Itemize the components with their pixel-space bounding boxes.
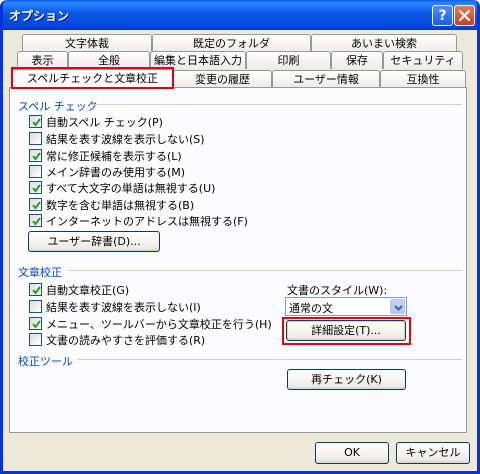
tab-label: 保存 xyxy=(346,54,368,67)
spell-option-row[interactable]: 数字を含む単語は無視する(B) xyxy=(29,197,194,212)
checkbox-label: 結果を表す波線を表示しない(I) xyxy=(46,300,201,314)
grammar-option-row[interactable]: 結果を表す波線を表示しない(I) xyxy=(29,299,201,314)
checkbox-label: 数字を含む単語は無視する(B) xyxy=(46,198,195,212)
checkbox-hide-wavy-grammar[interactable] xyxy=(29,300,42,313)
tab-general[interactable]: 全般 xyxy=(68,51,150,69)
tab-label: 変更の履歴 xyxy=(195,73,250,86)
checkmark-icon xyxy=(32,201,41,210)
checkbox-grammar-from-toolbar[interactable] xyxy=(29,317,42,330)
group-divider xyxy=(77,359,462,360)
chevron-down-icon[interactable] xyxy=(390,299,405,314)
tab-default-folder[interactable]: 既定のフォルダ xyxy=(152,34,311,52)
checkbox-label: メニュー、ツールバーから文章校正を行う(H) xyxy=(46,317,272,331)
spell-option-row[interactable]: インターネットのアドレスは無視する(F) xyxy=(29,213,248,228)
tab-label: ユーザー情報 xyxy=(293,73,359,86)
tab-label: 既定のフォルダ xyxy=(193,37,270,50)
spell-option-row[interactable]: 自動スペル チェック(P) xyxy=(29,114,163,129)
checkbox-auto-grammar[interactable] xyxy=(29,283,42,296)
tab-user-info[interactable]: ユーザー情報 xyxy=(272,70,380,88)
checkmark-icon xyxy=(32,118,41,127)
recheck-button[interactable]: 再チェック(K) xyxy=(287,369,406,390)
tab-print[interactable]: 印刷 xyxy=(246,51,331,69)
tab-save[interactable]: 保存 xyxy=(331,51,383,69)
user-dictionary-button[interactable]: ユーザー辞書(D)... xyxy=(28,231,160,252)
proofing-tools-group-title: 校正ツール xyxy=(18,355,73,368)
tab-view[interactable]: 表示 xyxy=(17,51,68,69)
tab-label: 互換性 xyxy=(406,73,440,86)
group-divider xyxy=(68,270,462,271)
tab-label: 表示 xyxy=(31,54,54,67)
group-divider xyxy=(90,104,462,105)
writing-style-select[interactable]: 通常の文 xyxy=(285,297,407,316)
checkbox-readability[interactable] xyxy=(29,333,42,346)
tab-label: 編集と日本語入力 xyxy=(154,54,242,67)
checkbox-ignore-uppercase[interactable] xyxy=(29,181,42,194)
checkbox-label: 自動スペル チェック(P) xyxy=(46,115,163,129)
tab-compatibility[interactable]: 互換性 xyxy=(380,70,466,88)
checkbox-label: すべて大文字の単語は無視する(U) xyxy=(46,181,216,195)
tab-track-changes[interactable]: 変更の履歴 xyxy=(173,70,272,88)
tab-label: 印刷 xyxy=(277,54,300,67)
tab-typography[interactable]: 文字体裁 xyxy=(22,34,152,52)
tab-fuzzy-search[interactable]: あいまい検索 xyxy=(311,34,457,52)
checkbox-always-suggest[interactable] xyxy=(29,149,42,162)
writing-style-value: 通常の文 xyxy=(289,302,333,315)
checkbox-label: 常に修正候補を表示する(L) xyxy=(46,149,182,163)
checkmark-icon xyxy=(32,217,41,226)
settings-button-highlight xyxy=(282,317,411,345)
grammar-option-row[interactable]: 文書の読みやすさを評価する(R) xyxy=(29,332,205,347)
checkbox-ignore-internet[interactable] xyxy=(29,214,42,227)
spell-check-group-title: スペル チェック xyxy=(18,100,98,113)
ok-button[interactable]: OK xyxy=(315,442,389,464)
checkmark-icon xyxy=(32,320,41,329)
tab-label: あいまい検索 xyxy=(351,37,417,50)
checkmark-icon xyxy=(32,184,41,193)
tab-label: 文字体裁 xyxy=(65,37,109,50)
checkbox-main-dict-only[interactable] xyxy=(29,165,42,178)
writing-style-label: 文書のスタイル(W): xyxy=(287,284,388,297)
grammar-group-title: 文章校正 xyxy=(18,266,62,279)
checkbox-label: 自動文章校正(G) xyxy=(46,283,130,297)
tab-label: 全般 xyxy=(98,54,120,67)
spell-option-row[interactable]: メイン辞書のみ使用する(M) xyxy=(29,164,185,179)
checkmark-icon xyxy=(32,152,41,161)
tab-label: スペルチェックと文章校正 xyxy=(26,72,159,85)
checkbox-label: 結果を表す波線を表示しない(S) xyxy=(46,132,205,146)
tab-label: セキュリティ xyxy=(390,54,456,67)
checkbox-label: 文書の読みやすさを評価する(R) xyxy=(46,333,206,347)
grammar-option-row[interactable]: 自動文章校正(G) xyxy=(29,282,129,297)
spell-option-row[interactable]: すべて大文字の単語は無視する(U) xyxy=(29,180,215,195)
checkmark-icon xyxy=(32,286,41,295)
checkbox-hide-wavy-spell[interactable] xyxy=(29,132,42,145)
checkbox-auto-spell[interactable] xyxy=(29,115,42,128)
tab-spelling-grammar[interactable]: スペルチェックと文章校正 xyxy=(12,68,173,88)
checkbox-ignore-numbers[interactable] xyxy=(29,198,42,211)
tab-security[interactable]: セキュリティ xyxy=(383,51,463,69)
tab-edit-japanese[interactable]: 編集と日本語入力 xyxy=(150,51,246,69)
grammar-option-row[interactable]: メニュー、ツールバーから文章校正を行う(H) xyxy=(29,316,272,331)
spell-option-row[interactable]: 常に修正候補を表示する(L) xyxy=(29,148,182,163)
checkbox-label: メイン辞書のみ使用する(M) xyxy=(46,165,186,179)
checkbox-label: インターネットのアドレスは無視する(F) xyxy=(46,214,248,228)
cancel-button[interactable]: キャンセル xyxy=(396,442,470,464)
spell-option-row[interactable]: 結果を表す波線を表示しない(S) xyxy=(29,131,205,146)
